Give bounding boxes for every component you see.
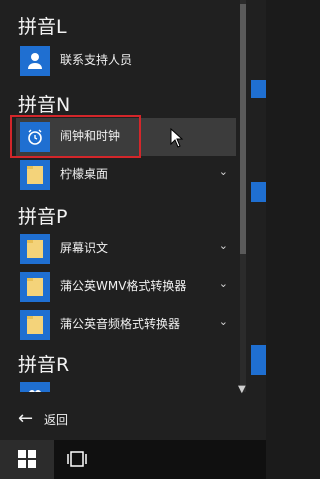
live-tile[interactable] xyxy=(251,182,266,202)
app-item-audio-converter[interactable]: 蒲公英音频格式转换器 ⌄ xyxy=(16,306,236,344)
back-button[interactable]: ← 返回 xyxy=(0,400,236,436)
live-tile[interactable] xyxy=(251,80,266,98)
folder-icon xyxy=(20,272,50,302)
taskbar xyxy=(0,440,266,479)
app-item-lemon-desktop[interactable]: 柠檬桌面 ⌄ xyxy=(16,156,236,194)
back-arrow-icon: ← xyxy=(18,408,34,429)
app-label: 联系支持人员 xyxy=(60,53,133,67)
chevron-down-icon[interactable]: ⌄ xyxy=(219,239,228,252)
start-button[interactable] xyxy=(0,440,54,479)
people-icon xyxy=(20,382,50,392)
chevron-down-icon[interactable]: ⌄ xyxy=(219,165,228,178)
group-header-p[interactable]: 拼音P xyxy=(18,202,67,229)
scroll-down-icon[interactable]: ▼ xyxy=(238,384,246,395)
app-label: 柠檬桌面 xyxy=(60,167,109,181)
app-item-wmv-converter[interactable]: 蒲公英WMV格式转换器 ⌄ xyxy=(16,268,236,306)
app-label: 屏幕识文 xyxy=(60,241,109,255)
group-header-n[interactable]: 拼音N xyxy=(18,90,70,117)
folder-icon xyxy=(20,234,50,264)
group-header-l[interactable]: 拼音L xyxy=(18,12,67,39)
app-item-contact-support[interactable]: 联系支持人员 xyxy=(16,42,236,80)
chevron-down-icon[interactable]: ⌄ xyxy=(219,315,228,328)
task-view-button[interactable] xyxy=(66,448,88,470)
back-label: 返回 xyxy=(44,413,69,427)
app-item-people[interactable] xyxy=(16,378,236,392)
person-icon xyxy=(20,46,50,76)
scroll-thumb[interactable] xyxy=(240,4,246,254)
scrollbar[interactable]: ▼ xyxy=(236,0,250,400)
app-list: 拼音L 联系支持人员 拼音N 闹钟和时钟 柠檬桌面 ⌄ 拼音P 屏幕识文 ⌄ 蒲… xyxy=(0,0,236,392)
group-header-r[interactable]: 拼音R xyxy=(18,350,69,377)
windows-logo-icon xyxy=(18,450,36,468)
app-item-screen-ocr[interactable]: 屏幕识文 ⌄ xyxy=(16,230,236,268)
folder-icon xyxy=(20,160,50,190)
highlight-box xyxy=(10,115,141,158)
chevron-down-icon[interactable]: ⌄ xyxy=(219,277,228,290)
task-view-icon xyxy=(67,451,87,467)
app-label: 蒲公英WMV格式转换器 xyxy=(60,279,187,293)
app-label: 蒲公英音频格式转换器 xyxy=(60,317,181,331)
mouse-cursor-icon xyxy=(170,128,184,148)
live-tile[interactable] xyxy=(251,345,266,375)
start-menu: 拼音L 联系支持人员 拼音N 闹钟和时钟 柠檬桌面 ⌄ 拼音P 屏幕识文 ⌄ 蒲… xyxy=(0,0,266,440)
folder-icon xyxy=(20,310,50,340)
